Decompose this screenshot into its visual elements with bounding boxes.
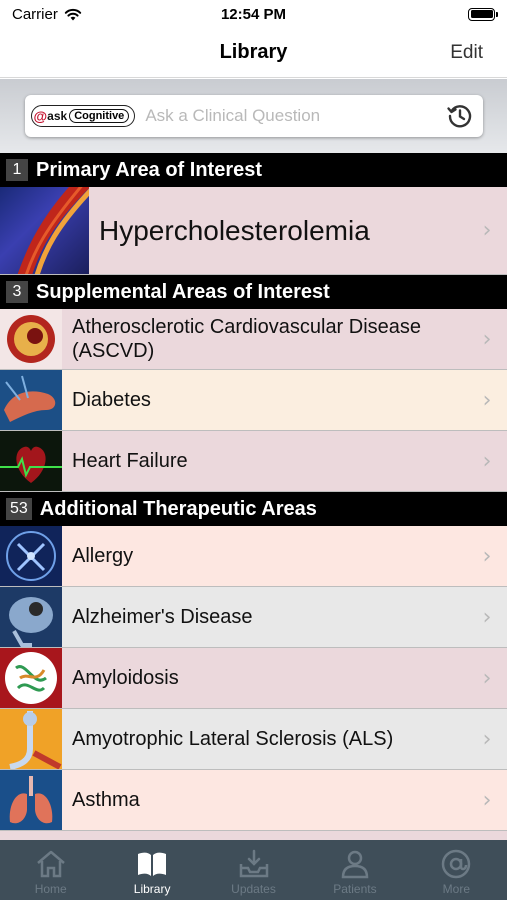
chevron-right-icon: › [482, 543, 492, 569]
section-header-supplemental: 3 Supplemental Areas of Interest [0, 275, 507, 309]
tab-home[interactable]: Home [0, 840, 101, 900]
list-item-label: Hypercholesterolemia [99, 214, 370, 246]
list-item-label: Atherosclerotic Cardiovascular Disease (… [72, 316, 422, 362]
page-title: Library [219, 41, 288, 63]
list-item-asthma[interactable]: Asthma › [0, 770, 507, 831]
chevron-right-icon: › [482, 218, 492, 243]
lungs-thumbnail [0, 770, 62, 830]
list-item-diabetes[interactable]: Diabetes › [0, 370, 507, 431]
list-item-amyloidosis[interactable]: Amyloidosis › [0, 648, 507, 709]
home-icon [36, 850, 65, 878]
search-box[interactable]: @ ask Cognitive [24, 95, 483, 137]
section-count: 1 [6, 159, 28, 181]
artery-thumbnail [0, 187, 89, 274]
list-item-label: Asthma [72, 789, 140, 811]
list-item-ascvd[interactable]: Atherosclerotic Cardiovascular Disease (… [0, 309, 507, 370]
section-header-primary: 1 Primary Area of Interest [0, 153, 507, 187]
tab-label: Home [34, 882, 67, 896]
navigation-bar: Library Edit [0, 28, 507, 78]
at-sign-icon [442, 849, 471, 879]
tab-label: Library [133, 882, 171, 896]
chevron-right-icon: › [482, 787, 492, 813]
protein-structure-thumbnail [0, 648, 62, 708]
tab-library[interactable]: Library [101, 840, 202, 900]
tab-patients[interactable]: Patients [304, 840, 405, 900]
tab-label: Patients [333, 882, 377, 896]
edit-button[interactable]: Edit [450, 42, 483, 64]
artery-plaque-thumbnail [0, 309, 62, 369]
tab-bar: Home Library Updates Patients More [0, 840, 507, 900]
list-item-hypercholesterolemia[interactable]: Hypercholesterolemia › [0, 187, 507, 275]
list-item-label: Allergy [72, 545, 134, 567]
search-input[interactable] [145, 106, 445, 126]
section-title: Primary Area of Interest [36, 158, 263, 181]
chevron-right-icon: › [482, 604, 492, 630]
person-icon [341, 850, 369, 879]
inbox-download-icon [239, 849, 268, 878]
list-item-label: Heart Failure [72, 450, 188, 472]
neuron-thumbnail [0, 709, 62, 769]
chevron-right-icon: › [482, 726, 492, 752]
book-icon [138, 852, 167, 876]
section-count: 53 [6, 498, 32, 520]
tab-label: Updates [231, 882, 276, 896]
chevron-right-icon: › [482, 326, 492, 352]
wifi-icon [64, 8, 82, 20]
chevron-right-icon: › [482, 665, 492, 691]
allergy-molecule-thumbnail [0, 526, 62, 586]
section-title: Additional Therapeutic Areas [39, 497, 317, 520]
list-item-label: Alzheimer's Disease [72, 606, 253, 628]
status-time: 12:54 PM [220, 5, 287, 23]
list-item-label: Amyotrophic Lateral Sclerosis (ALS) [72, 728, 394, 750]
ask-cognitive-logo: @ ask Cognitive [30, 105, 136, 127]
section-count: 3 [6, 281, 28, 303]
section-header-additional: 53 Additional Therapeutic Areas [0, 492, 507, 526]
chevron-right-icon: › [482, 387, 492, 413]
list-item-allergy[interactable]: Allergy › [0, 526, 507, 587]
chevron-right-icon: › [482, 448, 492, 474]
list-item-als[interactable]: Amyotrophic Lateral Sclerosis (ALS) › [0, 709, 507, 770]
tab-label: More [442, 882, 470, 896]
tab-more[interactable]: More [406, 840, 507, 900]
history-icon[interactable] [445, 101, 475, 131]
heart-ecg-thumbnail [0, 431, 62, 491]
list-item-alzheimers[interactable]: Alzheimer's Disease › [0, 587, 507, 648]
list-item-label: Diabetes [72, 389, 151, 411]
pancreas-thumbnail [0, 370, 62, 430]
battery-icon [468, 7, 498, 21]
list-item-label: Amyloidosis [72, 667, 179, 689]
search-area: @ ask Cognitive [0, 79, 507, 153]
list-item-heart-failure[interactable]: Heart Failure › [0, 431, 507, 492]
status-bar: Carrier 12:54 PM [0, 0, 507, 28]
tab-updates[interactable]: Updates [203, 840, 304, 900]
section-title: Supplemental Areas of Interest [36, 280, 330, 303]
carrier-label: Carrier [12, 5, 58, 23]
brain-thumbnail [0, 587, 62, 647]
